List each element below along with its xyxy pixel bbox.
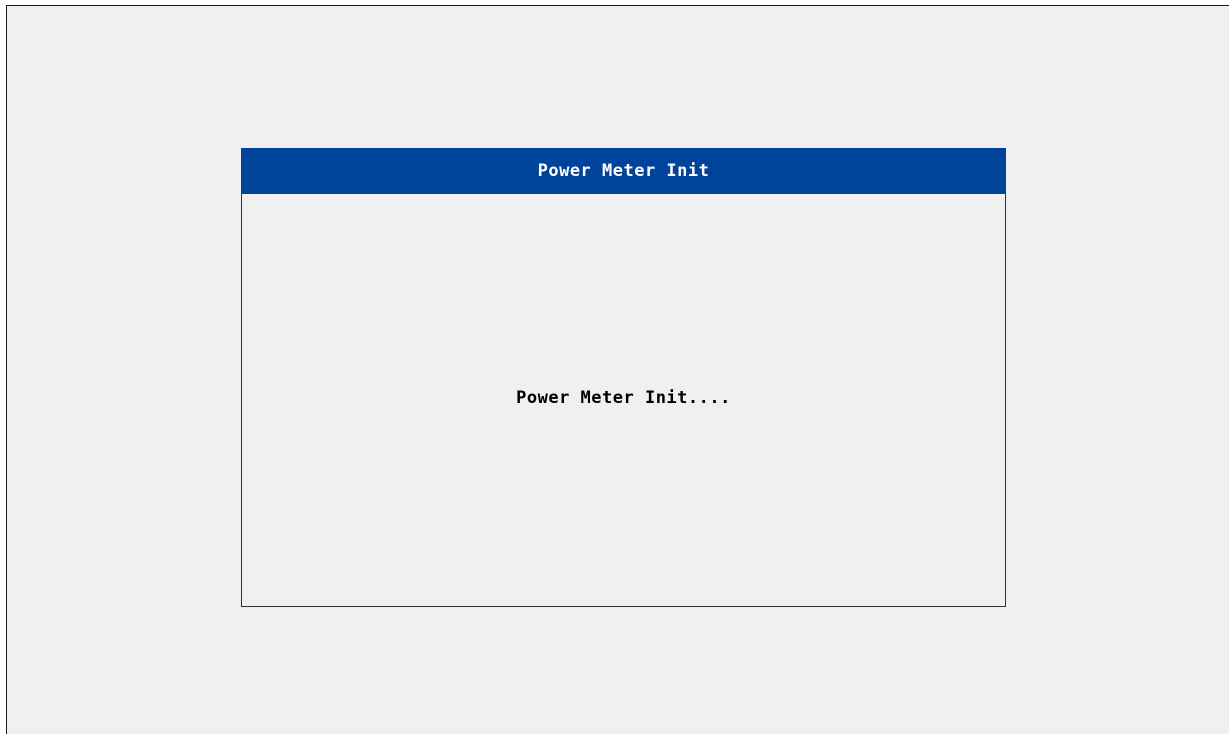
power-meter-init-dialog: Power Meter Init Power Meter Init.... [241, 148, 1006, 607]
dialog-message: Power Meter Init.... [516, 388, 731, 408]
screen: Power Meter Init Power Meter Init.... [6, 5, 1229, 734]
dialog-title: Power Meter Init [241, 148, 1006, 194]
